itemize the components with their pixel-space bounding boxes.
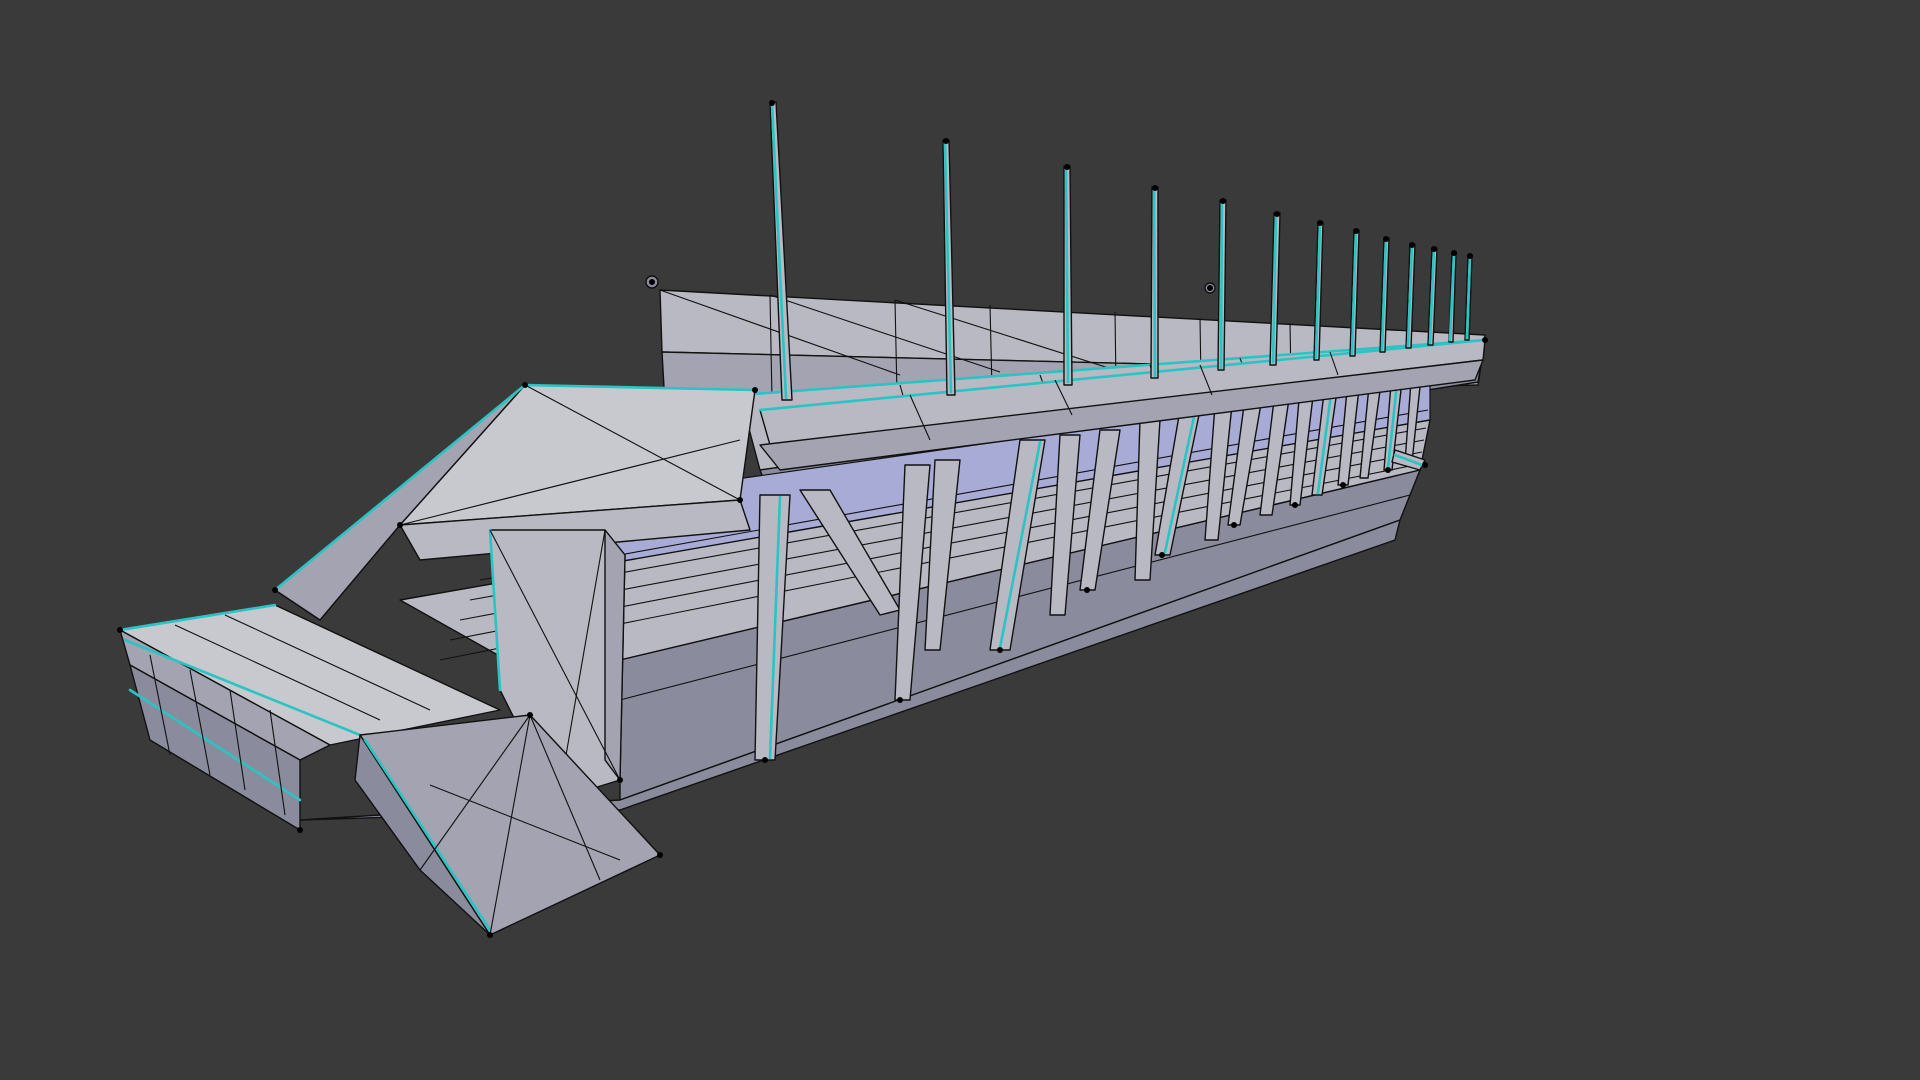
3d-viewport[interactable] xyxy=(0,0,1920,1080)
roof-fittings xyxy=(645,275,1216,294)
mesh-canvas[interactable] xyxy=(0,0,1920,1080)
